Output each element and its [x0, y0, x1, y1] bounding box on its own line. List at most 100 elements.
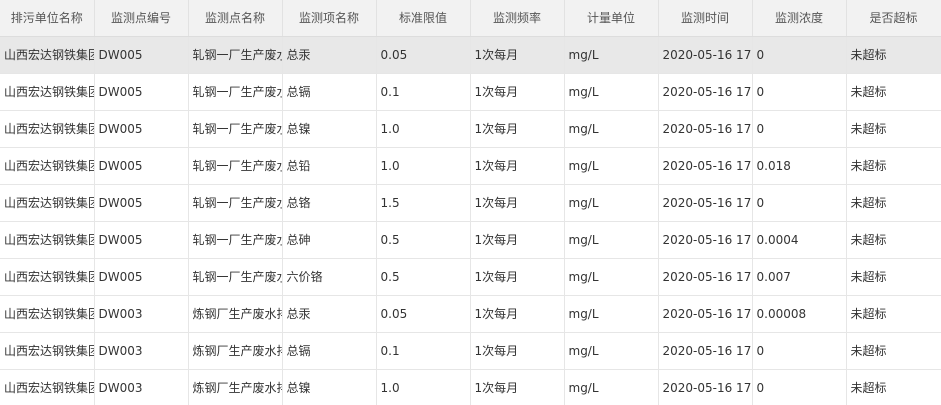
- cell-concentration: 0.018: [752, 147, 847, 185]
- cell-exceeded: 未超标: [846, 258, 941, 296]
- cell-point-name: 轧钢一厂生产废水: [188, 184, 283, 222]
- cell-exceeded: 未超标: [846, 110, 941, 148]
- column-header-company[interactable]: 排污单位名称: [0, 0, 95, 37]
- cell-frequency: 1次每月: [470, 73, 565, 111]
- cell-point-name: 轧钢一厂生产废水: [188, 258, 283, 296]
- table-row[interactable]: 山西宏达钢铁集团 DW005 轧钢一厂生产废水 总镍 1.0 1次每月 mg/L 2020-0…: [0, 110, 941, 148]
- cell-time: 2020-05-16 17:14: [658, 221, 753, 259]
- table-row[interactable]: 山西宏达钢铁集团 DW005 轧钢一厂生产废水 总镉 0.1 1次每月 mg/L 2020-0…: [0, 73, 941, 111]
- cell-exceeded: 未超标: [846, 332, 941, 370]
- cell-unit: mg/L: [564, 73, 659, 111]
- cell-point-code: DW005: [94, 73, 189, 111]
- cell-company: 山西宏达钢铁集团: [0, 184, 95, 222]
- cell-frequency: 1次每月: [470, 147, 565, 185]
- table-row[interactable]: 山西宏达钢铁集团 DW005 轧钢一厂生产废水 总砷 0.5 1次每月 mg/L 2020-0…: [0, 221, 941, 259]
- cell-exceeded: 未超标: [846, 184, 941, 222]
- cell-frequency: 1次每月: [470, 110, 565, 148]
- cell-concentration: 0.0004: [752, 221, 847, 259]
- cell-frequency: 1次每月: [470, 295, 565, 333]
- cell-frequency: 1次每月: [470, 184, 565, 222]
- cell-item-name: 总汞: [282, 36, 377, 74]
- cell-standard-limit: 0.05: [376, 295, 471, 333]
- cell-time: 2020-05-16 17:09: [658, 369, 753, 405]
- table-row[interactable]: 山西宏达钢铁集团DW003炼钢厂生产废水排口总镍1.01次每月mg/L2020-…: [0, 369, 941, 405]
- column-header-frequency[interactable]: 监测频率: [470, 0, 565, 37]
- cell-point-code: DW003: [94, 332, 189, 370]
- cell-item-name: 总镉: [282, 73, 377, 111]
- column-header-concentration[interactable]: 监测浓度: [752, 0, 847, 37]
- column-header-point-name[interactable]: 监测点名称: [188, 0, 283, 37]
- cell-point-code: DW005: [94, 258, 189, 296]
- cell-company: 山西宏达钢铁集团: [0, 147, 95, 185]
- cell-frequency: 1次每月: [470, 221, 565, 259]
- cell-company: 山西宏达钢铁集团: [0, 332, 95, 370]
- cell-standard-limit: 0.5: [376, 258, 471, 296]
- cell-unit: mg/L: [564, 221, 659, 259]
- cell-frequency: 1次每月: [470, 332, 565, 370]
- column-header-item-name[interactable]: 监测项名称: [282, 0, 377, 37]
- cell-standard-limit: 1.0: [376, 147, 471, 185]
- cell-exceeded: 未超标: [846, 147, 941, 185]
- cell-frequency: 1次每月: [470, 369, 565, 405]
- table-row[interactable]: 山西宏达钢铁集团 DW005 轧钢一厂生产废水 六价铬 0.5 1次每月 mg/L 2020-…: [0, 258, 941, 296]
- cell-point-name: 轧钢一厂生产废水: [188, 73, 283, 111]
- cell-exceeded: 未超标: [846, 73, 941, 111]
- cell-concentration: 0.007: [752, 258, 847, 296]
- cell-time: 2020-05-16 17:14: [658, 73, 753, 111]
- cell-time: 2020-05-16 17:09: [658, 295, 753, 333]
- cell-unit: mg/L: [564, 258, 659, 296]
- cell-standard-limit: 0.05: [376, 36, 471, 74]
- cell-concentration: 0: [752, 184, 847, 222]
- cell-company: 山西宏达钢铁集团: [0, 258, 95, 296]
- column-header-time[interactable]: 监测时间: [658, 0, 753, 37]
- monitoring-table: 排污单位名称 监测点编号 监测点名称 监测项名称 标准限值 监测频率 计量单位 …: [0, 0, 941, 405]
- cell-point-code: DW005: [94, 110, 189, 148]
- cell-concentration: 0: [752, 332, 847, 370]
- cell-point-name: 炼钢厂生产废水排口: [188, 332, 283, 370]
- cell-time: 2020-05-16 17:14: [658, 147, 753, 185]
- cell-company: 山西宏达钢铁集团: [0, 369, 95, 405]
- table-row[interactable]: 山西宏达钢铁集团 DW005 轧钢一厂生产废水 总汞 0.05 1次每月 mg/L 2020-…: [0, 36, 941, 74]
- cell-time: 2020-05-16 17:09: [658, 332, 753, 370]
- cell-standard-limit: 0.5: [376, 221, 471, 259]
- cell-item-name: 总镉: [282, 332, 377, 370]
- cell-item-name: 总镍: [282, 369, 377, 405]
- cell-point-code: DW003: [94, 369, 189, 405]
- cell-unit: mg/L: [564, 147, 659, 185]
- cell-exceeded: 未超标: [846, 369, 941, 405]
- table-row[interactable]: 山西宏达钢铁集团DW003炼钢厂生产废水排口总汞0.051次每月mg/L2020…: [0, 295, 941, 333]
- cell-time: 2020-05-16 17:14: [658, 184, 753, 222]
- column-header-unit[interactable]: 计量单位: [564, 0, 659, 37]
- cell-point-name: 轧钢一厂生产废水: [188, 147, 283, 185]
- cell-frequency: 1次每月: [470, 258, 565, 296]
- cell-frequency: 1次每月: [470, 36, 565, 74]
- cell-time: 2020-05-16 17:14: [658, 110, 753, 148]
- cell-standard-limit: 1.0: [376, 369, 471, 405]
- cell-point-code: DW005: [94, 147, 189, 185]
- cell-company: 山西宏达钢铁集团: [0, 73, 95, 111]
- column-header-point-code[interactable]: 监测点编号: [94, 0, 189, 37]
- monitoring-data-grid: 排污单位名称 监测点编号 监测点名称 监测项名称 标准限值 监测频率 计量单位 …: [0, 0, 941, 405]
- cell-point-name: 轧钢一厂生产废水: [188, 36, 283, 74]
- cell-item-name: 总砷: [282, 221, 377, 259]
- cell-point-code: DW005: [94, 221, 189, 259]
- table-header: 排污单位名称 监测点编号 监测点名称 监测项名称 标准限值 监测频率 计量单位 …: [0, 0, 941, 37]
- column-header-exceeded[interactable]: 是否超标: [846, 0, 941, 37]
- cell-exceeded: 未超标: [846, 221, 941, 259]
- table-row[interactable]: 山西宏达钢铁集团 DW005 轧钢一厂生产废水 总铬 1.5 1次每月 mg/L 2020-0…: [0, 184, 941, 222]
- cell-time: 2020-05-16 17:14: [658, 258, 753, 296]
- cell-company: 山西宏达钢铁集团: [0, 295, 95, 333]
- cell-concentration: 0: [752, 369, 847, 405]
- cell-company: 山西宏达钢铁集团: [0, 110, 95, 148]
- cell-concentration: 0: [752, 36, 847, 74]
- column-header-standard-limit[interactable]: 标准限值: [376, 0, 471, 37]
- table-row[interactable]: 山西宏达钢铁集团 DW005 轧钢一厂生产废水 总铅 1.0 1次每月 mg/L 2020-0…: [0, 147, 941, 185]
- cell-unit: mg/L: [564, 110, 659, 148]
- cell-standard-limit: 1.5: [376, 184, 471, 222]
- header-row: 排污单位名称 监测点编号 监测点名称 监测项名称 标准限值 监测频率 计量单位 …: [0, 0, 941, 37]
- cell-item-name: 总铬: [282, 184, 377, 222]
- cell-point-code: DW003: [94, 295, 189, 333]
- cell-item-name: 总镍: [282, 110, 377, 148]
- table-row[interactable]: 山西宏达钢铁集团DW003炼钢厂生产废水排口总镉0.11次每月mg/L2020-…: [0, 332, 941, 370]
- cell-company: 山西宏达钢铁集团: [0, 221, 95, 259]
